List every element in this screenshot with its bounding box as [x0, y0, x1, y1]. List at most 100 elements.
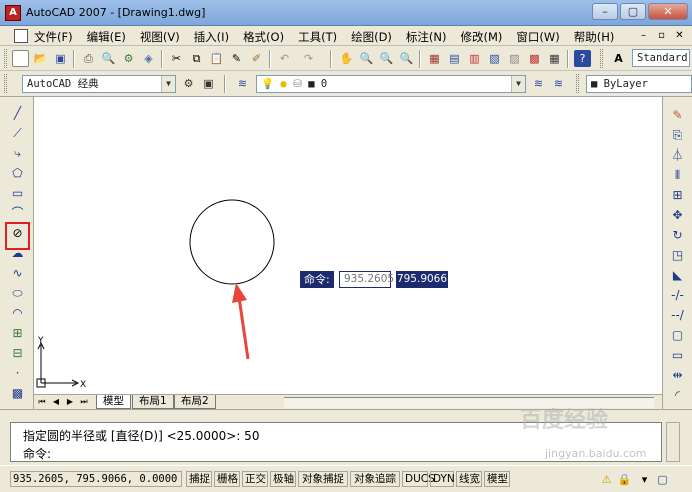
block-editor-icon[interactable]: ✐ [248, 50, 265, 67]
drawn-circle[interactable] [189, 199, 275, 285]
plot-preview-icon[interactable]: 🔍 [100, 50, 117, 67]
color-select[interactable]: ■ ByLayer [586, 75, 692, 93]
mirror-icon[interactable]: ⏃ [669, 147, 686, 164]
erase-icon[interactable]: ✎ [669, 107, 686, 124]
dyn-toggle[interactable]: DYN [430, 471, 455, 487]
status-menu-icon[interactable]: ▾ [636, 471, 653, 488]
open-icon[interactable]: 📂 [32, 50, 49, 67]
zoom-realtime-icon[interactable]: 🔍 [358, 50, 375, 67]
rectangle-icon[interactable]: ▭ [9, 185, 26, 202]
chevron-down-icon[interactable]: ▼ [161, 76, 175, 92]
drawing-canvas[interactable]: Y X [34, 97, 662, 394]
toolbar-grip[interactable] [600, 49, 603, 68]
otrack-toggle[interactable]: 对象追踪 [350, 471, 400, 487]
cut-icon[interactable]: ✂ [168, 50, 185, 67]
doc-close-button[interactable]: ✕ [672, 29, 687, 43]
menu-tools[interactable]: 工具(T) [298, 29, 337, 45]
help-icon[interactable]: ? [574, 50, 591, 67]
design-center-icon[interactable]: ▤ [446, 50, 463, 67]
polyline-icon[interactable]: ⤷ [9, 145, 26, 162]
hatch-icon[interactable]: ▩ [9, 385, 26, 402]
menu-help[interactable]: 帮助(H) [574, 29, 615, 45]
osnap-toggle[interactable]: 对象捕捉 [298, 471, 348, 487]
minimize-button[interactable]: – [592, 3, 618, 20]
break-icon[interactable]: ▢ [669, 327, 686, 344]
dynamic-input-x[interactable]: 935.2605 [339, 271, 394, 288]
paste-icon[interactable]: 📋 [208, 50, 225, 67]
prev-tab-icon[interactable]: ◀ [50, 396, 62, 408]
polygon-icon[interactable]: ⬠ [9, 165, 26, 182]
rotate-icon[interactable]: ↻ [669, 227, 686, 244]
ellipse-arc-icon[interactable]: ◠ [9, 305, 26, 322]
toolbar-grip[interactable] [576, 74, 579, 93]
tab-layout1[interactable]: 布局1 [132, 395, 174, 409]
first-tab-icon[interactable]: ⏮ [36, 396, 48, 408]
new-icon[interactable] [12, 50, 29, 67]
arc-icon[interactable]: ⌒ [9, 205, 26, 222]
3d-dwf-icon[interactable]: ◈ [140, 50, 157, 67]
clean-screen-icon[interactable]: ▢ [654, 471, 671, 488]
offset-icon[interactable]: ⫴ [669, 167, 686, 184]
tab-layout2[interactable]: 布局2 [174, 395, 216, 409]
sheet-set-icon[interactable]: ▧ [486, 50, 503, 67]
doc-minimize-button[interactable]: – [636, 29, 651, 43]
make-current-layer-icon[interactable]: ≋ [530, 75, 547, 92]
ducs-toggle[interactable]: DUCS [402, 471, 435, 487]
array-icon[interactable]: ⊞ [669, 187, 686, 204]
grid-toggle[interactable]: 栅格 [214, 471, 240, 487]
ellipse-icon[interactable]: ⬭ [9, 285, 26, 302]
zoom-previous-icon[interactable]: 🔍 [398, 50, 415, 67]
menu-file[interactable]: 文件(F) [34, 29, 73, 45]
restore-button[interactable]: ▢ [620, 3, 646, 20]
quickcalc-icon[interactable]: ▩ [526, 50, 543, 67]
properties-icon[interactable]: ▦ [426, 50, 443, 67]
workspace-settings-icon[interactable]: ⚙ [180, 75, 197, 92]
doc-restore-button[interactable]: ▫ [654, 29, 669, 43]
workspace-select[interactable]: AutoCAD 经典 ▼ [22, 75, 176, 93]
text-style-select[interactable]: Standard [632, 49, 690, 67]
model-toggle[interactable]: 模型 [484, 471, 510, 487]
join-icon[interactable]: ▭ [669, 347, 686, 364]
coordinates-display[interactable]: 935.2605, 795.9066, 0.0000 [10, 471, 182, 487]
layer-select[interactable]: 💡 ● ⛁ ■ 0 ▼ [256, 75, 526, 93]
toolbar-lock-icon[interactable]: 🔒 [616, 471, 633, 488]
last-tab-icon[interactable]: ⏭ [78, 396, 90, 408]
toolbar-grip[interactable] [4, 74, 7, 93]
spline-icon[interactable]: ∿ [9, 265, 26, 282]
snap-toggle[interactable]: 捕捉 [186, 471, 212, 487]
line-icon[interactable]: ╱ [9, 105, 26, 122]
scale-icon[interactable]: ◳ [669, 247, 686, 264]
zoom-window-icon[interactable]: 🔍 [378, 50, 395, 67]
pan-icon[interactable]: ✋ [338, 50, 355, 67]
chamfer-icon[interactable]: ⇹ [669, 367, 686, 384]
comm-center-icon[interactable]: ⚠ [598, 471, 615, 488]
markup-icon[interactable]: ▨ [506, 50, 523, 67]
menu-dimension[interactable]: 标注(N) [406, 29, 447, 45]
tool-palettes-icon[interactable]: ▥ [466, 50, 483, 67]
lineweight-toggle[interactable]: 线宽 [456, 471, 482, 487]
extend-icon[interactable]: --/ [669, 307, 686, 324]
undo-icon[interactable]: ↶ [276, 50, 293, 67]
menu-draw[interactable]: 绘图(D) [351, 29, 392, 45]
menu-window[interactable]: 窗口(W) [516, 29, 559, 45]
trim-icon[interactable]: -/- [669, 287, 686, 304]
next-tab-icon[interactable]: ▶ [64, 396, 76, 408]
document-icon[interactable] [14, 29, 28, 43]
layer-previous-icon[interactable]: ≋ [550, 75, 567, 92]
move-icon[interactable]: ✥ [669, 207, 686, 224]
point-icon[interactable]: · [9, 365, 26, 382]
my-workspace-icon[interactable]: ▣ [200, 75, 217, 92]
close-button[interactable]: ✕ [648, 3, 688, 20]
menu-insert[interactable]: 插入(I) [194, 29, 229, 45]
plot-icon[interactable]: ⎙ [80, 50, 97, 67]
text-style-icon[interactable]: A [610, 50, 627, 67]
match-properties-icon[interactable]: ✎ [228, 50, 245, 67]
copy-clip-icon[interactable]: ⧉ [188, 50, 205, 67]
stretch-icon[interactable]: ◣ [669, 267, 686, 284]
layer-manager-icon[interactable]: ≋ [234, 75, 251, 92]
chevron-down-icon[interactable]: ▼ [511, 76, 525, 92]
menu-format[interactable]: 格式(O) [243, 29, 284, 45]
redo-icon[interactable]: ↷ [300, 50, 317, 67]
insert-block-icon[interactable]: ⊞ [9, 325, 26, 342]
polar-toggle[interactable]: 极轴 [270, 471, 296, 487]
